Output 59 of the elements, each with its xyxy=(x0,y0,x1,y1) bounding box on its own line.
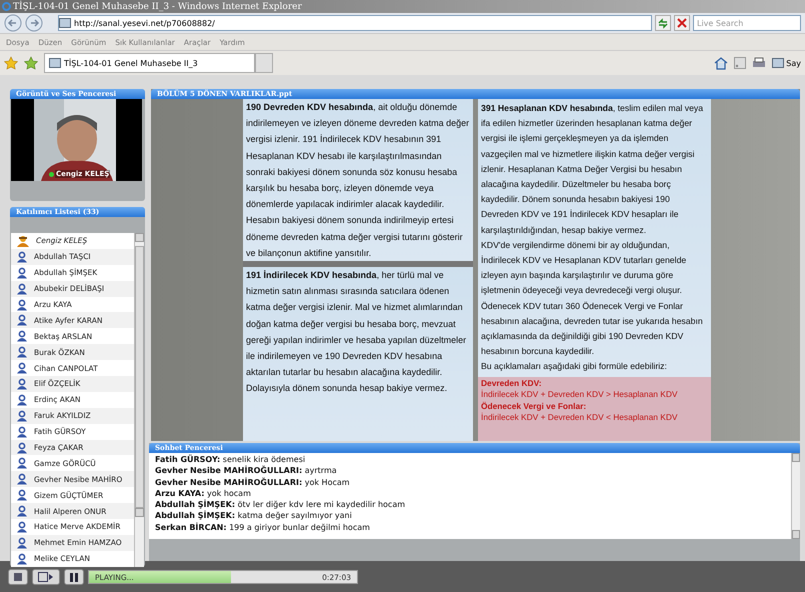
home-icon[interactable] xyxy=(714,56,728,70)
chat-message: Abdullah ŞİMŞEK: katma değer sayılmıyor yani xyxy=(155,510,353,522)
window-title: TİŞL-104-01 Genel Muhasebe II_3 - Windows Internet Explorer xyxy=(13,2,302,12)
printer-icon[interactable] xyxy=(752,57,766,69)
person-icon xyxy=(16,473,28,486)
person-icon xyxy=(16,426,28,438)
person-icon xyxy=(16,250,28,263)
chat-message: Gevher Nesibe MAHİROĞULLARI: ayrtrma xyxy=(155,465,338,477)
person-icon xyxy=(16,282,28,295)
slide-paragraph: 190 Devreden KDV hesabında, ait olduğu dönemde indirilemeyen ve izleyen döneme devreden katma değer vergisi izlenir. 191 İndirilecek KDV hesabının 391 Hesaplanan KDV hesabı ile karşılaştırılmasından sonraki bakiyesi dönem sonunda söz konusu hesaba karşılık bu hesaba borç, izleyen dönemde veya dönemlerde yapılacak indirimler alacak kaydedilir. Hesabın bakiyesi dönem sonunda indirilmeyip ertesi döneme devreden katma değer vergisi tutarını gösterir ve bilançonun aktifine yansıtılır. xyxy=(243,99,473,262)
person-icon xyxy=(16,552,28,565)
stop-button[interactable] xyxy=(8,569,28,585)
online-dot-icon xyxy=(49,172,54,176)
back-button[interactable] xyxy=(4,14,22,32)
page-menu-button[interactable]: Say xyxy=(772,58,801,68)
refresh-icon[interactable] xyxy=(655,15,671,31)
pause-button[interactable] xyxy=(64,569,84,585)
person-icon xyxy=(16,394,28,406)
add-favorite-icon[interactable] xyxy=(24,56,38,70)
formula-heading: Ödenecek Vergi ve Fonlar: xyxy=(481,400,588,412)
close-icon[interactable] xyxy=(674,15,690,31)
pause-icon xyxy=(70,572,78,582)
chat-message: Fatih GÜRSOY: senelik kira ödemesi xyxy=(155,454,306,466)
chat-message: Arzu KAYA: yok hocam xyxy=(155,488,252,500)
scrollbar[interactable] xyxy=(791,453,800,539)
slide-paragraph: 391 Hesaplanan KDV hesabında, teslim edilen mal veya ifa edilen hizmetler üzerinden hesaplanan katma değer vergisi ile işlemi gerçekleşmeyen ya da işlemden vazgeçilen mal ve hizmetlere ilişkin katma değer vergisi izlenir. Hesaplanan Katma Değer Vergisi bu hesabın alacağına kaydedilir. Düzeltmeler bu hesaba borç kaydedilir. Dönem sonunda hesabın bakiyesi 190 Devreden KDV ve 191 İndirilecek KDV hesapları ile karşılaştırıldığından, hesap bakiye vermez. xyxy=(481,102,704,237)
person-icon xyxy=(16,442,28,454)
address-field[interactable]: http://sanal.yesevi.net/p70608882/ xyxy=(58,15,652,31)
person-icon xyxy=(16,298,28,310)
slide-paragraph: 191 İndirilecek KDV hesabında, her türlü mal ve hizmetin satın alınması sırasında satıcılara ödenen katma değer vergisi izlenir. Mal ve hizmet alımlarından doğan katma değer vergisi bu hesaba borç, mevzuat gereği yapılan indirimler ve hesaba yapılan düzeltmeler ile indirilemeyen ve 190 Devreden KDV hesabına aktarılan tutarlar bu hesabın alacağına kaydedilir. Dolayısıyla dönem sonunda hesap bakiye vermez. xyxy=(243,267,473,441)
chat-message: Gevher Nesibe MAHİROĞULLARI: yok Hocam xyxy=(155,476,351,488)
person-icon xyxy=(16,314,28,326)
slide-paragraph: KDV'de vergilendirme dönemi bir ay olduğundan, İndirilecek KDV ve Hesaplanan KDV tutarları genelde izleyen ayın başında karşılaştırılır ve duruma göre işletmenin ödeyeceği veya devredeceği vergi oluşur. Ödenecek KDV tutarı 360 Ödenecek Vergi ve Fonlar hesabının alacağına, devreden tutar ise yukarıda hesabın açıklamasında da değinildiği gibi 190 Devreden KDV hesabının borcuna kaydedilir. xyxy=(481,238,704,358)
screen-button[interactable] xyxy=(32,569,60,585)
chat-message: Abdullah ŞİMŞEK: ötv ler diğer kdv lere mi kaydedilir hocam xyxy=(155,499,406,510)
formula-heading: Devreden KDV: xyxy=(481,378,543,390)
browser-tab[interactable]: TİŞL-104-01 Genel Muhasebe II_3 xyxy=(44,53,255,73)
person-icon xyxy=(16,520,28,533)
host-person-icon xyxy=(16,234,30,247)
formula-text: İndirilecek KDV + Devreden KDV > Hesaplanan KDV xyxy=(481,389,678,401)
person-icon xyxy=(16,378,28,390)
formula-text: İndirilecek KDV + Devreden KDV < Hesaplanan KDV xyxy=(481,412,678,424)
person-icon xyxy=(16,505,28,518)
person-icon xyxy=(16,346,28,358)
person-icon xyxy=(16,410,28,422)
slide-paragraph: Bu açıklamaları aşağıdaki gibi formüle edebiliriz: xyxy=(481,360,668,374)
star-icon[interactable] xyxy=(4,56,18,70)
chat-message: Serkan BİRCAN: 199 a giriyor bunlar değilmi hocam xyxy=(155,522,371,534)
person-icon xyxy=(16,489,28,502)
forward-button[interactable] xyxy=(25,14,43,32)
person-icon xyxy=(16,536,28,549)
person-icon xyxy=(16,457,28,470)
search-field[interactable]: Live Search xyxy=(693,15,801,31)
person-icon xyxy=(16,330,28,342)
stop-icon xyxy=(14,573,22,581)
person-icon xyxy=(16,362,28,374)
person-icon xyxy=(16,266,28,279)
scrollbar[interactable] xyxy=(134,233,144,567)
slides-icon xyxy=(38,572,54,582)
